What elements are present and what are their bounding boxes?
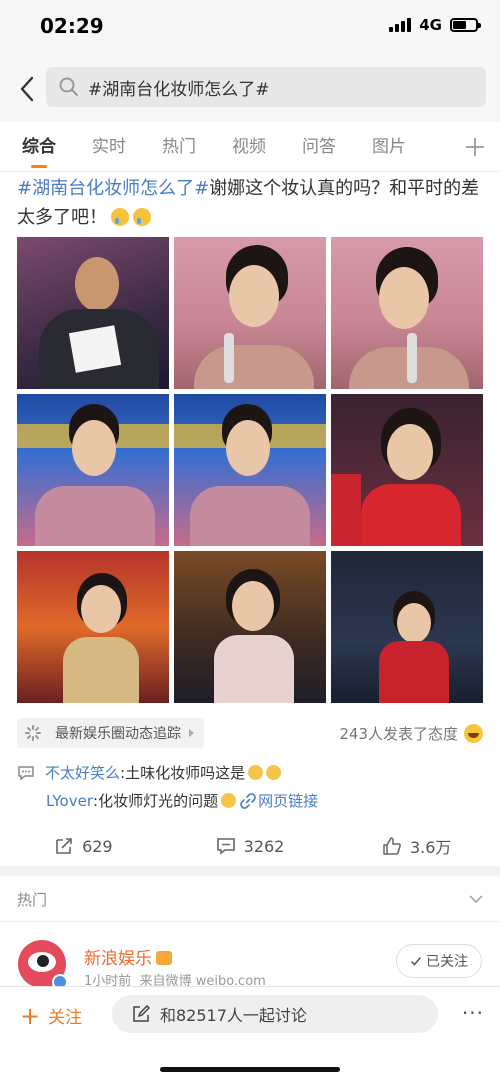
bottom-bar: + 关注 和82517人一起讨论 ··· bbox=[0, 986, 500, 1082]
comment-button[interactable]: 3262 bbox=[167, 826, 334, 866]
photo-6[interactable] bbox=[331, 394, 483, 546]
search-tabs: 综合 实时 热门 视频 问答 图片 bbox=[0, 122, 500, 172]
account-name-text: 新浪娱乐 bbox=[84, 949, 152, 969]
follow-label: 关注 bbox=[48, 1008, 83, 1028]
comment-icon bbox=[216, 838, 235, 855]
web-link[interactable]: 网页链接 bbox=[258, 790, 318, 811]
battery-icon bbox=[450, 18, 481, 32]
cry-emoji-icon bbox=[111, 208, 129, 226]
repost-count: 629 bbox=[82, 836, 113, 856]
loading-spinner-icon bbox=[25, 725, 41, 741]
status-time: 02:29 bbox=[40, 14, 104, 38]
laugh-emoji-icon bbox=[464, 724, 483, 743]
photo-8[interactable] bbox=[174, 551, 326, 703]
comment-text: 土味化妆师吗这是 bbox=[125, 764, 246, 782]
photo-9[interactable] bbox=[331, 551, 483, 703]
vip-crown-icon bbox=[156, 951, 172, 965]
network-type: 4G bbox=[419, 16, 442, 34]
account-card: 新浪娱乐 1小时前 来自微博 weibo.com 已关注 bbox=[0, 922, 500, 992]
comment-text: 化妆师灯光的问题 bbox=[98, 792, 219, 810]
comment-preview-2[interactable]: LYover: 化妆师灯光的问题 网页链接 bbox=[46, 790, 318, 811]
photo-7[interactable] bbox=[17, 551, 169, 703]
discuss-label: 和82517人一起讨论 bbox=[160, 1006, 307, 1025]
hot-section-header: 热门 bbox=[0, 876, 500, 922]
chevron-left-icon bbox=[20, 76, 34, 102]
tab-qa[interactable]: 问答 bbox=[284, 122, 354, 172]
tab-images[interactable]: 图片 bbox=[354, 122, 424, 172]
like-count: 3.6万 bbox=[409, 838, 452, 857]
follow-state-label: 已关注 bbox=[426, 954, 468, 970]
status-bar: 02:29 4G bbox=[0, 0, 500, 56]
follow-topic-button[interactable]: + 关注 bbox=[20, 1001, 83, 1030]
tab-realtime[interactable]: 实时 bbox=[74, 122, 144, 172]
discuss-button[interactable]: 和82517人一起讨论 bbox=[112, 995, 438, 1033]
more-options-button[interactable]: ··· bbox=[462, 1001, 484, 1025]
source-tag[interactable]: 最新娱乐圈动态追踪 bbox=[17, 718, 204, 748]
comment-bubble-icon bbox=[18, 765, 34, 780]
followed-button[interactable]: 已关注 bbox=[396, 944, 482, 978]
attitude-count[interactable]: 243人发表了态度 bbox=[339, 723, 483, 744]
search-bar[interactable] bbox=[46, 67, 486, 107]
hot-label: 热门 bbox=[17, 891, 48, 909]
plus-icon: + bbox=[20, 1001, 41, 1030]
weibo-post: #湖南台化妆师怎么了#谢娜这个妆认真的吗？和平时的差太多了吧！ 最新娱乐圈动态追… bbox=[0, 172, 500, 866]
comment-user[interactable]: LYover bbox=[46, 792, 93, 810]
avatar-pupil bbox=[37, 955, 49, 967]
photo-2[interactable] bbox=[174, 237, 326, 389]
home-indicator bbox=[160, 1067, 340, 1072]
attitude-text: 243人发表了态度 bbox=[339, 725, 458, 743]
comment-count: 3262 bbox=[243, 836, 285, 856]
thumbs-up-icon bbox=[383, 837, 401, 855]
comment-user[interactable]: 不太好笑么 bbox=[45, 762, 120, 783]
cat-emoji-icon bbox=[248, 765, 264, 780]
account-name[interactable]: 新浪娱乐 bbox=[84, 944, 172, 969]
signal-icon bbox=[389, 18, 412, 32]
image-grid bbox=[17, 237, 483, 703]
repost-icon bbox=[56, 838, 72, 854]
photo-3[interactable] bbox=[331, 237, 483, 389]
cat-emoji-icon bbox=[266, 765, 282, 780]
photo-4[interactable] bbox=[17, 394, 169, 546]
edit-icon bbox=[133, 1005, 150, 1022]
chevron-down-icon[interactable] bbox=[468, 891, 484, 907]
plus-icon[interactable] bbox=[462, 134, 488, 160]
photo-5[interactable] bbox=[174, 394, 326, 546]
repost-button[interactable]: 629 bbox=[0, 826, 167, 866]
post-hashtag[interactable]: #湖南台化妆师怎么了# bbox=[17, 178, 209, 199]
cry-emoji-icon bbox=[133, 208, 151, 226]
link-icon bbox=[240, 792, 256, 809]
tab-comprehensive[interactable]: 综合 bbox=[4, 122, 74, 172]
sweat-emoji-icon bbox=[221, 793, 237, 808]
caret-right-icon bbox=[189, 729, 194, 737]
back-button[interactable] bbox=[12, 72, 42, 106]
comment-preview-1[interactable]: 不太好笑么: 土味化妆师吗这是 bbox=[17, 762, 282, 783]
search-icon bbox=[59, 77, 78, 96]
tab-hot[interactable]: 热门 bbox=[144, 122, 214, 172]
status-indicators: 4G bbox=[389, 16, 481, 34]
search-header bbox=[0, 56, 500, 122]
post-actions: 629 3262 3.6万 bbox=[0, 826, 500, 866]
source-label: 最新娱乐圈动态追踪 bbox=[55, 726, 181, 742]
like-button[interactable]: 3.6万 bbox=[333, 826, 500, 866]
tab-video[interactable]: 视频 bbox=[214, 122, 284, 172]
check-icon bbox=[410, 957, 422, 966]
photo-1[interactable] bbox=[17, 237, 169, 389]
search-input[interactable] bbox=[88, 77, 468, 97]
post-text[interactable]: #湖南台化妆师怎么了#谢娜这个妆认真的吗？和平时的差太多了吧！ bbox=[17, 174, 487, 232]
